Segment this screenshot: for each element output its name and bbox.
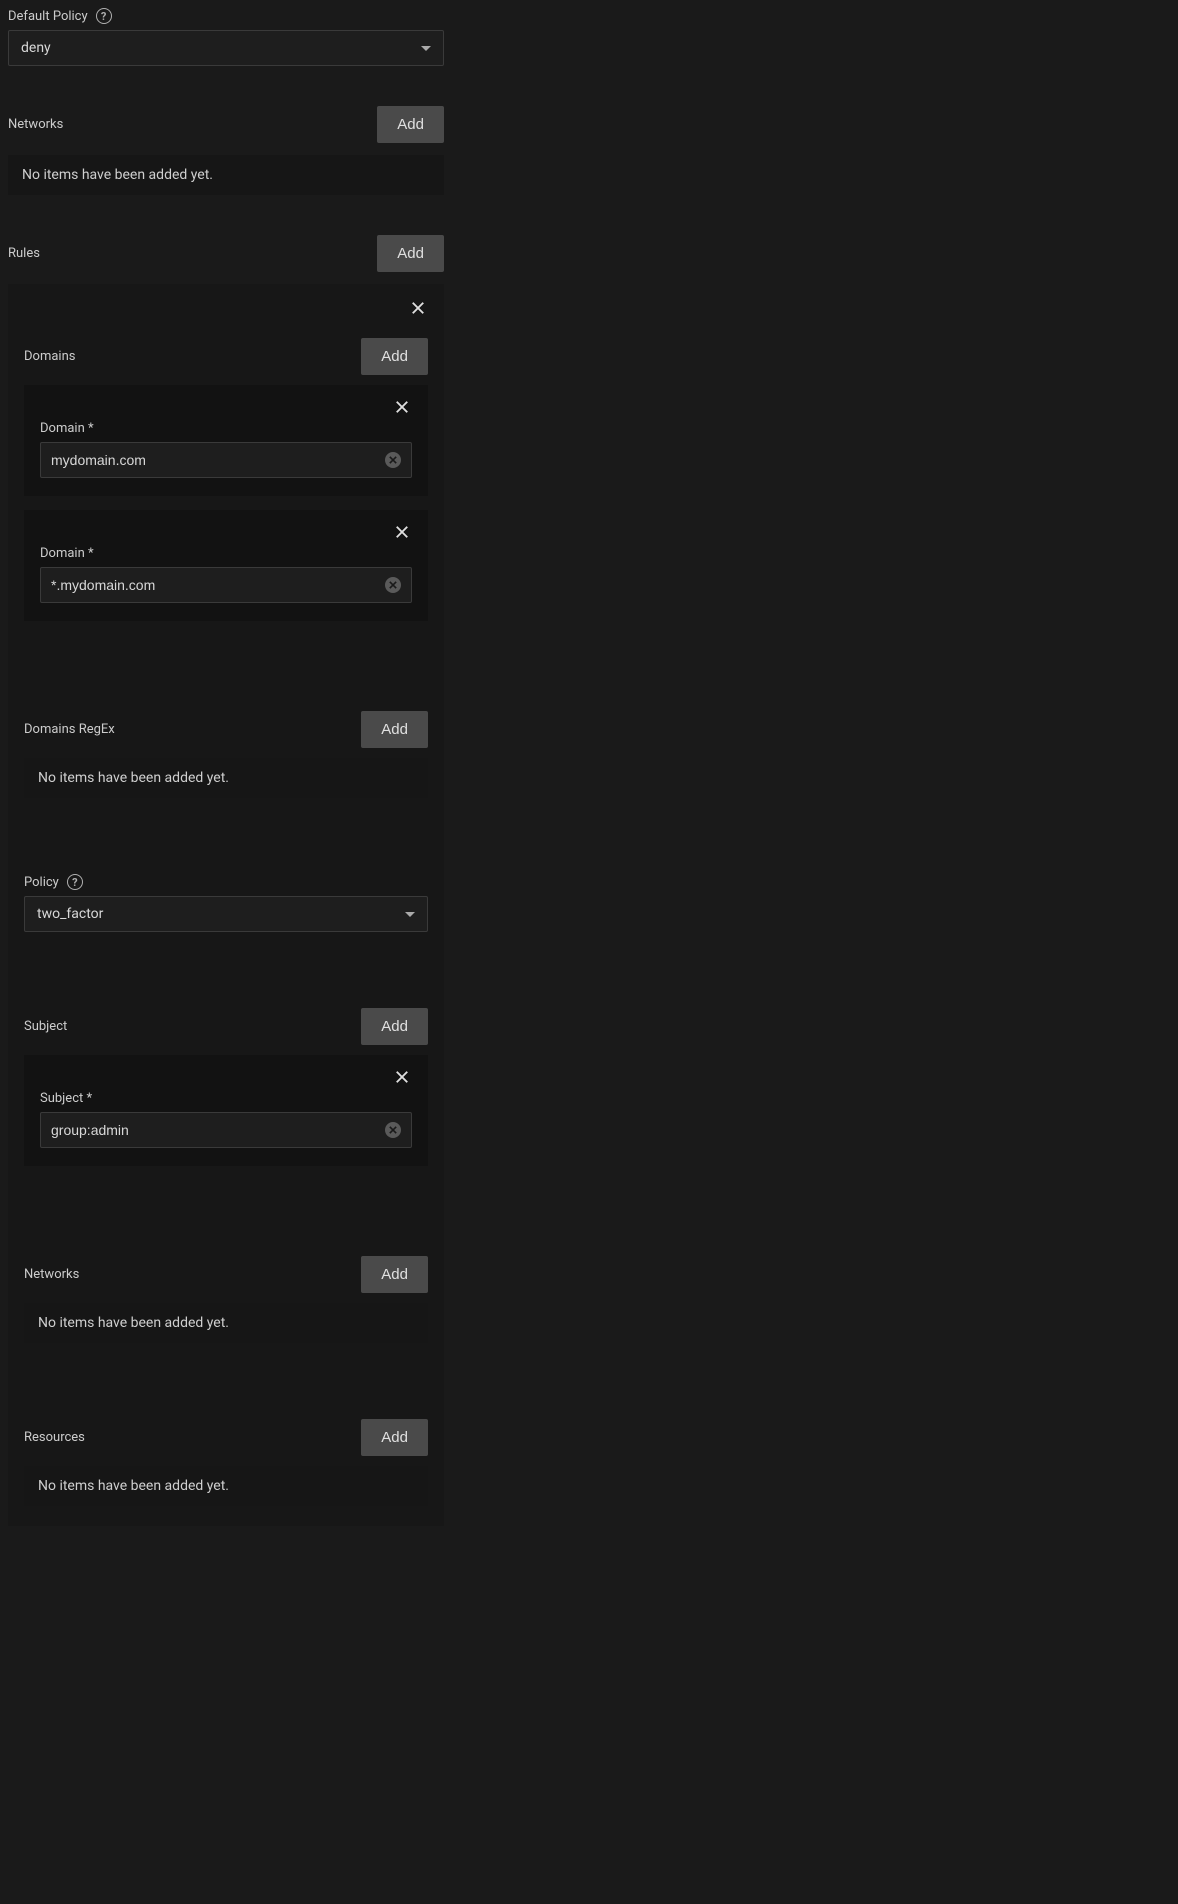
resources-section: Resources Add No items have been added y… — [24, 1419, 428, 1506]
networks-label: Networks — [8, 117, 63, 132]
rule-networks-section: Networks Add No items have been added ye… — [24, 1256, 428, 1343]
close-icon[interactable] — [392, 397, 412, 417]
rules-label: Rules — [8, 246, 40, 261]
default-policy-select[interactable]: deny — [8, 30, 444, 66]
rule-networks-label: Networks — [24, 1267, 79, 1282]
add-network-button[interactable]: Add — [377, 106, 444, 143]
subject-label: Subject — [24, 1019, 67, 1034]
chevron-down-icon — [421, 46, 431, 51]
default-policy-group: Default Policy ? deny — [8, 8, 444, 66]
policy-section: Policy ? two_factor — [24, 874, 428, 932]
subject-input-wrap — [40, 1112, 412, 1148]
close-icon[interactable] — [392, 1067, 412, 1087]
policy-value: two_factor — [37, 906, 405, 922]
default-policy-value: deny — [21, 40, 421, 56]
rule-networks-empty-message: No items have been added yet. — [24, 1303, 428, 1343]
help-icon[interactable]: ? — [67, 874, 83, 890]
domain-item: Domain * — [24, 385, 428, 496]
domains-label: Domains — [24, 349, 75, 364]
subject-section: Subject Add Subject * — [24, 1008, 428, 1166]
add-subject-button[interactable]: Add — [361, 1008, 428, 1045]
rule-card: Domains Add Domain * — [8, 284, 444, 1526]
domain-field-label: Domain * — [40, 421, 94, 436]
rules-section: Rules Add Domains Add — [8, 235, 444, 1526]
help-icon[interactable]: ? — [96, 8, 112, 24]
subject-input[interactable] — [51, 1122, 385, 1138]
domains-regex-empty-message: No items have been added yet. — [24, 758, 428, 798]
add-domain-button[interactable]: Add — [361, 338, 428, 375]
domain-item: Domain * — [24, 510, 428, 621]
domains-section: Domains Add Domain * — [24, 338, 428, 621]
add-resource-button[interactable]: Add — [361, 1419, 428, 1456]
domain-input-wrap — [40, 442, 412, 478]
networks-section: Networks Add No items have been added ye… — [8, 106, 444, 195]
domain-field-label: Domain * — [40, 546, 94, 561]
subject-field-label: Subject * — [40, 1091, 92, 1106]
resources-label: Resources — [24, 1430, 85, 1445]
add-rule-network-button[interactable]: Add — [361, 1256, 428, 1293]
domain-input[interactable] — [51, 577, 385, 593]
add-domains-regex-button[interactable]: Add — [361, 711, 428, 748]
domains-regex-label: Domains RegEx — [24, 722, 115, 737]
domains-regex-section: Domains RegEx Add No items have been add… — [24, 711, 428, 798]
add-rule-button[interactable]: Add — [377, 235, 444, 272]
subject-item: Subject * — [24, 1055, 428, 1166]
close-icon[interactable] — [392, 522, 412, 542]
policy-label: Policy — [24, 875, 59, 890]
policy-select[interactable]: two_factor — [24, 896, 428, 932]
domain-input-wrap — [40, 567, 412, 603]
default-policy-label: Default Policy — [8, 9, 88, 24]
chevron-down-icon — [405, 912, 415, 917]
clear-icon[interactable] — [385, 1122, 401, 1138]
close-icon[interactable] — [408, 298, 428, 318]
domain-input[interactable] — [51, 452, 385, 468]
networks-empty-message: No items have been added yet. — [8, 155, 444, 195]
clear-icon[interactable] — [385, 452, 401, 468]
clear-icon[interactable] — [385, 577, 401, 593]
resources-empty-message: No items have been added yet. — [24, 1466, 428, 1506]
